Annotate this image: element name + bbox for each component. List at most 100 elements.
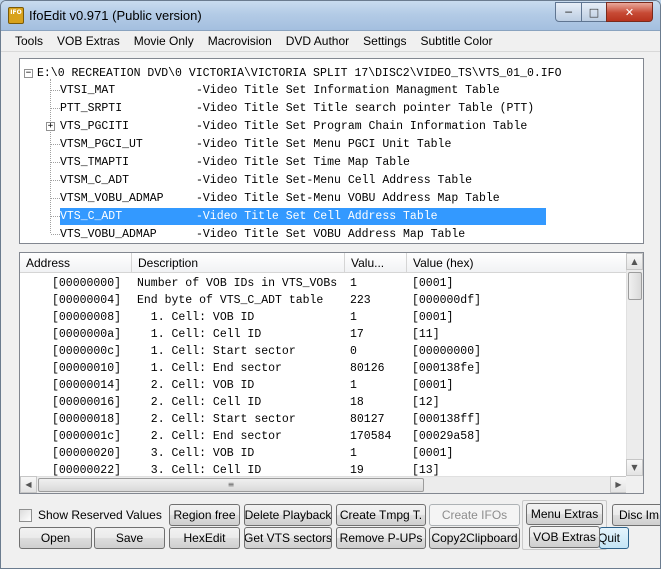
tree-item-vtsi-mat[interactable]: VTSI_MAT -Video Title Set Information Ma… — [60, 82, 546, 99]
tree-connector — [51, 108, 60, 109]
table-row[interactable]: [00000000] Number of VOB IDs in VTS_VOBs… — [20, 275, 627, 292]
tree-item-vts-tmapti[interactable]: VTS_TMAPTI -Video Title Set Time Map Tab… — [60, 154, 546, 171]
menu-movie-only[interactable]: Movie Only — [127, 31, 201, 52]
save-button[interactable]: Save — [94, 527, 165, 549]
maximize-icon: □ — [588, 5, 600, 19]
table-row[interactable]: [0000000a] 1. Cell: Cell ID 17 [11] — [20, 326, 627, 343]
cell-address: [00000008] — [52, 311, 122, 324]
tree-item-name: VTSI_MAT — [60, 84, 116, 97]
horizontal-scrollbar[interactable]: ◀ ≡ ▶ — [20, 476, 627, 493]
table-row[interactable]: [0000000c] 1. Cell: Start sector 0 [0000… — [20, 343, 627, 360]
table-row[interactable]: [00000016] 2. Cell: Cell ID 18 [12] — [20, 394, 627, 411]
scroll-left-button[interactable]: ◀ — [20, 476, 37, 493]
table-row[interactable]: [00000004] End byte of VTS_C_ADT table 2… — [20, 292, 627, 309]
table-row[interactable]: [0000001c] 2. Cell: End sector 170584 [0… — [20, 428, 627, 445]
table-row[interactable]: [00000020] 3. Cell: VOB ID 1 [0001] — [20, 445, 627, 462]
table-row[interactable]: [00000008] 1. Cell: VOB ID 1 [0001] — [20, 309, 627, 326]
horizontal-scroll-thumb[interactable]: ≡ — [38, 478, 424, 492]
cell-description: 2. Cell: Cell ID — [137, 396, 262, 409]
tree-item-vts-vobu-admap[interactable]: VTS_VOBU_ADMAP -Video Title Set VOBU Add… — [60, 226, 546, 243]
cell-hex: [12] — [412, 396, 440, 409]
vob-extras-button[interactable]: VOB Extras — [529, 526, 600, 548]
cell-value: 1 — [350, 447, 357, 460]
cell-hex: [0001] — [412, 379, 454, 392]
expand-icon[interactable]: + — [46, 122, 55, 131]
cell-description: 1. Cell: Cell ID — [137, 328, 262, 341]
cell-value: 80127 — [350, 413, 385, 426]
quit-button[interactable]: Quit — [599, 527, 629, 549]
tree-item-vts-pgciti[interactable]: VTS_PGCITI -Video Title Set Program Chai… — [60, 118, 546, 135]
ifo-tree-view[interactable]: − E:\0 RECREATION DVD\0 VICTORIA\VICTORI… — [19, 58, 644, 244]
tree-item-desc: -Video Title Set-Menu VOBU Address Map T… — [196, 192, 500, 205]
tree-item-desc: -Video Title Set VOBU Address Map Table — [196, 228, 466, 241]
column-header-value[interactable]: Valu... — [345, 253, 407, 272]
scroll-right-button[interactable]: ▶ — [610, 476, 627, 493]
table-row[interactable]: [00000014] 2. Cell: VOB ID 1 [0001] — [20, 377, 627, 394]
copy2clipboard-button[interactable]: Copy2Clipboard — [429, 527, 520, 549]
cell-address: [00000010] — [52, 362, 122, 375]
tree-item-ptt-srpti[interactable]: PTT_SRPTI -Video Title Set Title search … — [60, 100, 546, 117]
close-icon: ✕ — [624, 5, 635, 19]
disc-image-button[interactable]: Disc Im — [612, 504, 660, 526]
checkbox-box[interactable] — [19, 508, 32, 522]
tree-connector — [51, 162, 60, 163]
cell-description: 2. Cell: VOB ID — [137, 379, 255, 392]
cell-value: 80126 — [350, 362, 385, 375]
open-button[interactable]: Open — [19, 527, 92, 549]
tree-connector — [51, 198, 60, 199]
vertical-scroll-thumb[interactable] — [628, 272, 642, 300]
scroll-down-button[interactable]: ▼ — [626, 459, 643, 476]
column-header-description[interactable]: Description — [132, 253, 345, 272]
table-row[interactable]: [00000018] 2. Cell: Start sector 80127 [… — [20, 411, 627, 428]
cell-hex: [000000df] — [412, 294, 482, 307]
chevron-right-icon: ▶ — [615, 480, 622, 489]
tree-item-desc: -Video Title Set Time Map Table — [196, 156, 410, 169]
region-free-button[interactable]: Region free — [169, 504, 240, 526]
menu-tools[interactable]: Tools — [1, 31, 50, 52]
column-header-address[interactable]: Address — [20, 253, 132, 272]
close-button[interactable]: ✕ — [606, 2, 653, 22]
maximize-button[interactable]: □ — [581, 2, 607, 22]
table-row[interactable]: [00000010] 1. Cell: End sector 80126 [00… — [20, 360, 627, 377]
cell-value: 0 — [350, 345, 357, 358]
cell-description: Number of VOB IDs in VTS_VOBs — [137, 277, 338, 290]
cell-hex: [11] — [412, 328, 440, 341]
menu-dvd-author[interactable]: DVD Author — [279, 31, 356, 52]
value-list-view[interactable]: Address Description Valu... Value (hex) … — [19, 252, 644, 494]
create-ifos-button[interactable]: Create IFOs — [429, 504, 520, 526]
menu-macrovision[interactable]: Macrovision — [201, 31, 279, 52]
tree-connector — [51, 144, 60, 145]
menu-extras-button[interactable]: Menu Extras — [526, 503, 603, 525]
remove-pups-button[interactable]: Remove P-UPs — [336, 527, 426, 549]
tree-root[interactable]: − E:\0 RECREATION DVD\0 VICTORIA\VICTORI… — [24, 65, 562, 81]
cell-address: [00000004] — [52, 294, 122, 307]
tree-item-name: VTSM_VOBU_ADMAP — [60, 192, 164, 205]
tree-item-desc: -Video Title Set Title search pointer Ta… — [196, 102, 535, 115]
minimize-button[interactable]: ─ — [555, 2, 582, 22]
minimize-icon: ─ — [565, 5, 572, 19]
collapse-icon[interactable]: − — [24, 68, 33, 78]
tree-item-name: VTSM_PGCI_UT — [60, 138, 143, 151]
cell-value: 17 — [350, 328, 364, 341]
checkbox-label: Show Reserved Values — [38, 508, 162, 522]
tree-item-vts-c-adt[interactable]: VTS_C_ADT -Video Title Set Cell Address … — [60, 208, 546, 225]
cell-address: [00000018] — [52, 413, 122, 426]
cell-address: [0000000c] — [52, 345, 122, 358]
delete-playback-button[interactable]: Delete Playback — [244, 504, 332, 526]
tree-item-vtsm-c-adt[interactable]: VTSM_C_ADT -Video Title Set-Menu Cell Ad… — [60, 172, 546, 189]
hexedit-button[interactable]: HexEdit — [169, 527, 240, 549]
vertical-scrollbar[interactable]: ▲ ▼ — [626, 253, 643, 476]
menu-subtitle-color[interactable]: Subtitle Color — [414, 31, 500, 52]
create-tmpg-button[interactable]: Create Tmpg T. — [336, 504, 426, 526]
menu-settings[interactable]: Settings — [356, 31, 413, 52]
menu-vob-extras[interactable]: VOB Extras — [50, 31, 127, 52]
title-bar[interactable]: IFO IfoEdit v0.971 (Public version) ─ □ … — [1, 1, 660, 31]
column-header-value-hex[interactable]: Value (hex) — [407, 253, 627, 272]
get-vts-sectors-button[interactable]: Get VTS sectors — [244, 527, 332, 549]
tree-item-vtsm-pgci-ut[interactable]: VTSM_PGCI_UT -Video Title Set Menu PGCI … — [60, 136, 546, 153]
scroll-up-button[interactable]: ▲ — [626, 253, 643, 270]
tree-item-desc: -Video Title Set Menu PGCI Unit Table — [196, 138, 452, 151]
cell-description: 1. Cell: Start sector — [137, 345, 296, 358]
tree-item-vtsm-vobu-admap[interactable]: VTSM_VOBU_ADMAP -Video Title Set-Menu VO… — [60, 190, 546, 207]
show-reserved-values-checkbox[interactable]: Show Reserved Values — [19, 507, 162, 523]
